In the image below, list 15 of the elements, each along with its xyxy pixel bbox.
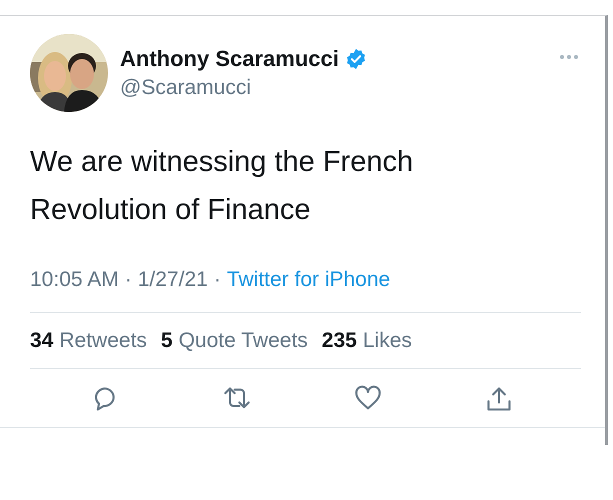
stat-count: 235	[322, 329, 357, 353]
stat-count: 34	[30, 329, 54, 353]
stat-label[interactable]: Quote Tweets	[178, 329, 308, 353]
share-icon[interactable]	[485, 385, 514, 413]
author-handle[interactable]: @Scaramucci	[120, 76, 367, 100]
source-link[interactable]: Twitter for iPhone	[226, 268, 390, 292]
stat-label[interactable]: Retweets	[59, 329, 147, 353]
separator: ·	[214, 268, 221, 292]
tweet-time: 10:05 AM	[30, 268, 119, 292]
tweet-date: 1/27/21	[138, 268, 208, 292]
stat-label[interactable]: Likes	[362, 329, 412, 353]
stat-count: 5	[160, 329, 173, 353]
author-name[interactable]: Anthony Scaramucci	[120, 46, 339, 72]
tweet-text: We are witnessing the French Revolution of Finance	[30, 145, 414, 228]
separator: ·	[124, 268, 132, 292]
